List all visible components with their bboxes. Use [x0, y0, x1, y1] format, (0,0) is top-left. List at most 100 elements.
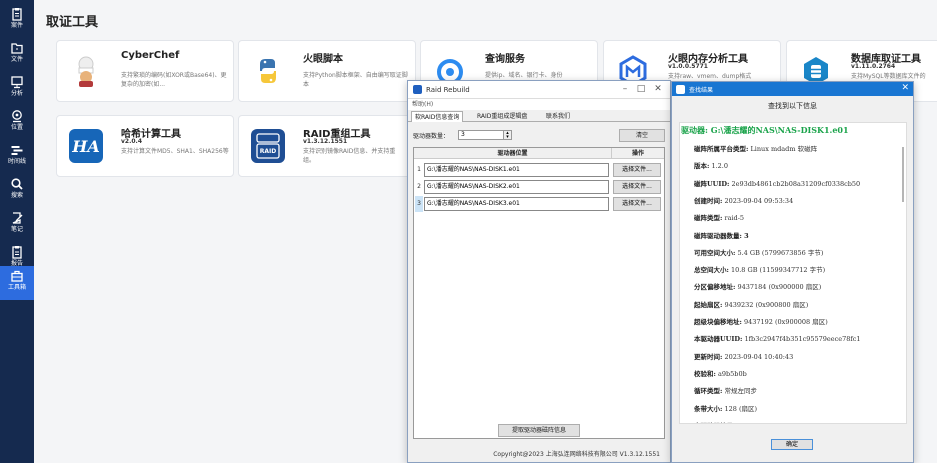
- result-line: 本驱动器编号: 0: [694, 420, 742, 423]
- column-header-action: 操作: [611, 148, 664, 159]
- choose-file-button[interactable]: 选择文件...: [613, 197, 661, 211]
- clear-button[interactable]: 清空: [619, 129, 665, 142]
- chef-icon: [69, 54, 103, 88]
- location-pin-icon: [12, 110, 22, 123]
- sidebar-item-toolbox[interactable]: 工具箱: [0, 266, 34, 300]
- menu-help[interactable]: 帮助(H): [408, 99, 670, 110]
- result-value: 10.8 GB (11599347712 字节): [728, 266, 826, 275]
- drive-table: 驱动器位置 操作 1 G:\潘志耀的NAS\NAS-DISK1.e01 选择文件…: [413, 147, 665, 439]
- result-value: 常规左同步: [722, 387, 757, 396]
- sidebar-item-notes[interactable]: 笔记: [0, 208, 34, 242]
- card-version: v1.0.0.5771: [668, 63, 708, 70]
- sidebar-item-cases[interactable]: 案件: [0, 4, 34, 38]
- sidebar-item-label: 分析: [10, 90, 23, 97]
- maximize-icon[interactable]: □: [634, 83, 648, 96]
- tab-contact-us[interactable]: 联系我们: [543, 111, 573, 122]
- result-line: 校验和: a9b5b0b: [694, 368, 747, 378]
- card-desc: 支持MySQL等数据库文件的: [851, 73, 926, 80]
- card-title: CyberChef: [121, 50, 180, 61]
- report-icon: [12, 246, 22, 259]
- result-line: 更新时间: 2023-09-04 10:40:43: [694, 351, 793, 361]
- card-title: 火眼脚本: [303, 54, 343, 65]
- result-line: 分区偏移地址: 9437184 (0x900000 扇区): [694, 281, 821, 291]
- result-line: 超级块偏移地址: 9437192 (0x900008 扇区): [694, 316, 828, 326]
- raid-tabs: 软RAID信息查询 RAID重组成逻辑盘 联系我们: [408, 110, 670, 122]
- result-window-title: 查找结果: [689, 86, 714, 94]
- sidebar-item-timeline[interactable]: 时间线: [0, 140, 34, 174]
- spin-arrows-icon[interactable]: ▴ ▾: [503, 131, 511, 140]
- timeline-icon: [11, 146, 23, 155]
- extract-raid-info-button[interactable]: 提取驱动器磁阵信息: [498, 424, 580, 437]
- card-title: 查询服务: [485, 54, 525, 65]
- sidebar-item-label: 笔记: [10, 226, 23, 233]
- result-line: 条带大小: 128 (扇区): [694, 403, 757, 413]
- python-icon: [251, 54, 285, 88]
- result-value: 2023-09-04 10:40:43: [722, 352, 794, 361]
- tab-raid-rebuild-logical[interactable]: RAID重组成逻辑盘: [474, 111, 530, 122]
- card-desc: 支持Python脚本框架、自由编写取证脚本: [303, 72, 408, 88]
- folder-icon: [11, 43, 23, 54]
- result-key: 磁阵UUID:: [694, 179, 730, 188]
- card-desc: 支持raw、vmem、dump格式: [668, 73, 752, 80]
- card-desc: 支持繁琐的编码(如XOR或Base64)、更复杂的加密(如...: [121, 72, 227, 88]
- tool-card-cyberchef[interactable]: CyberChef 支持繁琐的编码(如XOR或Base64)、更复杂的加密(如.…: [56, 40, 234, 102]
- result-key: 超级块偏移地址:: [694, 318, 742, 326]
- choose-file-button[interactable]: 选择文件...: [613, 180, 661, 194]
- result-value: 0: [735, 422, 741, 423]
- result-line: 本驱动器UUID: 1fb3c2947f4b351c95579eece78fc1: [694, 333, 861, 343]
- result-value: 1fb3c2947f4b351c95579eece78fc1: [742, 335, 861, 344]
- sidebar-item-files[interactable]: 文件: [0, 38, 34, 72]
- raid-icon-label: RAID: [259, 147, 277, 155]
- table-row: 1 G:\潘志耀的NAS\NAS-DISK1.e01 选择文件...: [414, 162, 663, 178]
- sidebar-item-search[interactable]: 搜索: [0, 174, 34, 208]
- drive-path-field[interactable]: G:\潘志耀的NAS\NAS-DISK1.e01: [424, 163, 609, 177]
- result-line: 可用空间大小: 5.4 GB (5799673856 字节): [694, 247, 823, 257]
- result-content: 驱动器: G:\潘志耀的NAS\NAS-DISK1.e01 磁阵所属平台类型: …: [679, 122, 907, 424]
- note-icon: [12, 212, 23, 224]
- row-index: 1: [417, 166, 421, 173]
- result-key: 创建时间:: [694, 196, 723, 205]
- tab-soft-raid-info[interactable]: 软RAID信息查询: [411, 111, 464, 122]
- monitor-icon: [11, 76, 23, 89]
- tool-card-fireeye-script[interactable]: 火眼脚本 支持Python脚本框架、自由编写取证脚本: [238, 40, 416, 102]
- result-value: 2023-09-04 09:53:34: [722, 196, 794, 205]
- ok-button[interactable]: 确定: [771, 439, 813, 450]
- sidebar-item-label: 文件: [10, 56, 23, 63]
- sidebar-item-label: 案件: [10, 22, 23, 29]
- sidebar-item-label: 时间线: [7, 158, 26, 165]
- raid-icon: RAID: [251, 129, 285, 163]
- row-index: 3: [415, 196, 423, 212]
- drive-count-stepper[interactable]: 3 ▴ ▾: [458, 130, 512, 140]
- scrollbar[interactable]: [902, 147, 904, 202]
- app-logo-icon: [676, 84, 685, 94]
- drive-path-field[interactable]: G:\潘志耀的NAS\NAS-DISK2.e01: [424, 180, 609, 194]
- result-key: 循环类型:: [694, 387, 723, 396]
- result-key: 条带大小:: [694, 404, 723, 413]
- tool-card-hash-calculator[interactable]: HA 哈希计算工具 v2.0.4 支持计算文件MD5、SHA1、SHA256等: [56, 115, 234, 177]
- result-value: 9437192 (0x900008 扇区): [741, 318, 828, 326]
- result-key: 本驱动器编号:: [694, 422, 735, 423]
- tool-card-raid-rebuild[interactable]: RAID RAID重组工具 v1.3.12.1551 支持识别镜像RAID信息、…: [238, 115, 416, 177]
- result-key: 磁阵驱动器数量: 3: [694, 231, 749, 240]
- result-line: 磁阵所属平台类型: Linux mdadm 软磁阵: [694, 143, 817, 153]
- result-value: 9437184 (0x900000 扇区): [735, 283, 822, 292]
- result-line: 起始扇区: 9439232 (0x900800 扇区): [694, 299, 808, 309]
- result-key: 版本:: [694, 162, 710, 171]
- close-icon[interactable]: ✕: [651, 83, 665, 96]
- raid-window-title: Raid Rebuild: [426, 85, 470, 94]
- choose-file-button[interactable]: 选择文件...: [613, 163, 661, 177]
- drive-count-label: 驱动器数量：: [413, 133, 450, 140]
- sidebar-item-analysis[interactable]: 分析: [0, 72, 34, 106]
- result-value: 9439232 (0x900800 扇区): [722, 300, 809, 309]
- toolbox-icon: [11, 270, 23, 282]
- result-key: 起始扇区:: [694, 300, 723, 309]
- result-key: 可用空间大小:: [694, 248, 736, 257]
- result-value: 128 (扇区): [722, 404, 758, 413]
- result-drive: 驱动器: G:\潘志耀的NAS\NAS-DISK1.e01: [681, 125, 849, 135]
- drive-path-field[interactable]: G:\潘志耀的NAS\NAS-DISK3.e01: [424, 197, 609, 211]
- sidebar-item-location[interactable]: 位置: [0, 106, 34, 140]
- result-line: 总空间大小: 10.8 GB (11599347712 字节): [694, 264, 825, 274]
- minimize-icon[interactable]: –: [618, 83, 632, 96]
- clipboard-icon: [12, 8, 22, 21]
- close-icon[interactable]: ✕: [901, 83, 909, 94]
